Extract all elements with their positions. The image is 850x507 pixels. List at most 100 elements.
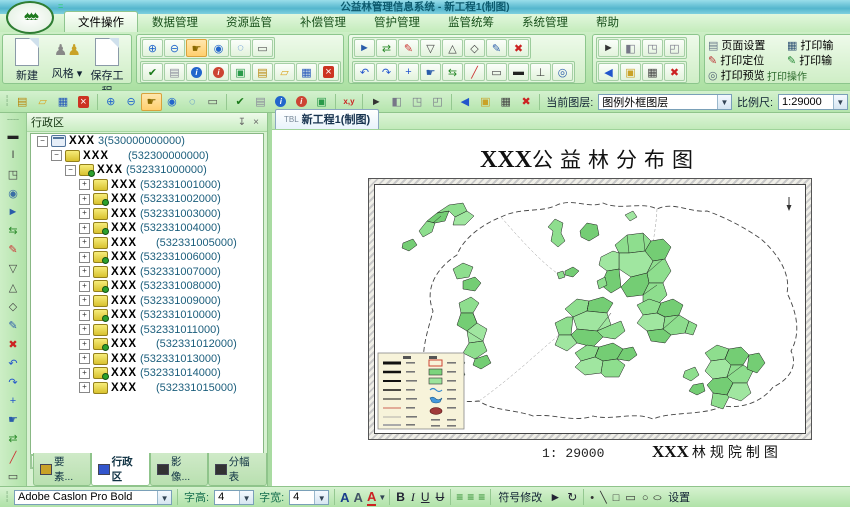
font-color-a1-button[interactable]: A: [340, 490, 349, 505]
pan-edit-icon[interactable]: ☛: [420, 63, 441, 81]
sheet-icon[interactable]: ▤: [250, 93, 270, 111]
perpendicular-icon[interactable]: ⊥: [530, 63, 551, 81]
chevron-down-icon[interactable]: ▼: [314, 491, 328, 504]
dashed-box-icon[interactable]: ▦: [642, 63, 663, 81]
sketch-icon[interactable]: ✎: [398, 39, 419, 57]
redo-icon[interactable]: ↷: [2, 373, 24, 392]
identify2-icon[interactable]: i: [291, 93, 311, 111]
map-canvas[interactable]: XXX公益林分布图: [272, 130, 850, 486]
diamond-icon[interactable]: ◇: [464, 39, 485, 57]
expand-icon[interactable]: +: [79, 194, 90, 205]
char-width-input[interactable]: 4▼: [289, 490, 329, 505]
roundrect-icon[interactable]: ▭: [625, 491, 635, 504]
redo-icon[interactable]: ↷: [376, 63, 397, 81]
open-icon[interactable]: ▱: [32, 93, 52, 111]
expand-icon[interactable]: +: [79, 295, 90, 306]
panel-close-icon[interactable]: ×: [249, 117, 263, 128]
tree-item[interactable]: +XXX(532331015000): [31, 381, 263, 396]
print-edit-button[interactable]: ✎打印输: [787, 53, 850, 67]
clear-select-icon[interactable]: ✖: [516, 93, 536, 111]
document-tab[interactable]: TBL 新工程1(制图): [275, 109, 379, 129]
symbol-edit-button[interactable]: 符号修改: [498, 489, 542, 505]
panel-tab-要素[interactable]: 要素...: [33, 453, 91, 486]
select-box-icon[interactable]: ◧: [620, 39, 641, 57]
expand-icon[interactable]: +: [79, 179, 90, 190]
collapse-icon[interactable]: −: [37, 136, 48, 147]
zoom-in-icon[interactable]: ⊕: [142, 39, 163, 57]
select-box-icon[interactable]: ◧: [387, 93, 407, 111]
chevron-down-icon[interactable]: ▼: [157, 491, 171, 504]
rect-icon[interactable]: □: [613, 492, 620, 504]
extent-box-icon[interactable]: ◳: [2, 165, 24, 184]
ribbon-tab-数据管理[interactable]: 数据管理: [138, 11, 212, 32]
map-drawing[interactable]: [374, 184, 806, 434]
font-select[interactable]: Adobe Caslon Pro Bold▼: [14, 490, 172, 505]
full-extent-icon[interactable]: ▣: [230, 63, 251, 81]
eagle-eye-icon[interactable]: ◉: [162, 93, 182, 111]
measure-icon[interactable]: ▬: [2, 127, 24, 146]
triangle-icon[interactable]: △: [442, 39, 463, 57]
undo-icon[interactable]: ↶: [354, 63, 375, 81]
layers-icon[interactable]: ▣: [475, 93, 495, 111]
italic-button[interactable]: I: [411, 490, 415, 505]
select-in-icon[interactable]: ◳: [407, 93, 427, 111]
polygon-icon[interactable]: ▽: [420, 39, 441, 57]
pointer-icon[interactable]: ►: [366, 93, 386, 111]
bold-button[interactable]: B: [396, 490, 405, 504]
save-icon[interactable]: ▦: [53, 93, 73, 111]
dashed-box-icon[interactable]: ▦: [495, 93, 515, 111]
brush-icon[interactable]: ✎: [2, 240, 24, 259]
save-doc-icon[interactable]: ▦: [296, 63, 317, 81]
panel-tab-分幅表[interactable]: 分幅表: [208, 453, 267, 486]
clear-select-icon[interactable]: ✖: [664, 63, 685, 81]
select-in-icon[interactable]: ◳: [642, 39, 663, 57]
rotate-icon[interactable]: ↻: [567, 490, 577, 504]
tree-item[interactable]: +XXX(532331005000): [31, 236, 263, 251]
print-locate-button[interactable]: ✎打印定位: [708, 53, 783, 67]
box-zoom-icon[interactable]: ▭: [203, 93, 223, 111]
panel-tab-影像[interactable]: 影像...: [150, 453, 208, 486]
ellipse-icon[interactable]: ○: [652, 492, 663, 504]
ribbon-tab-文件操作[interactable]: 文件操作: [64, 11, 138, 32]
print-output-button[interactable]: ▦打印输: [787, 38, 850, 52]
tree-item[interactable]: −XXX(532300000000): [31, 149, 263, 164]
swap-icon[interactable]: ⇆: [2, 221, 24, 240]
xy-icon[interactable]: x,y: [339, 93, 359, 111]
tree-item[interactable]: −XXX(532331000000): [31, 163, 263, 178]
new-doc-icon[interactable]: ▤: [252, 63, 273, 81]
strip-grip[interactable]: ┄┄: [7, 115, 19, 126]
select-arrow-icon[interactable]: ►: [354, 39, 375, 57]
point-icon[interactable]: •: [590, 492, 594, 504]
collapse-icon[interactable]: −: [51, 150, 62, 161]
fontbar-grip[interactable]: ┆: [4, 492, 10, 503]
full-extent-icon[interactable]: ▣: [311, 93, 331, 111]
app-logo-icon[interactable]: ♠♠♠: [6, 1, 54, 34]
undo-icon[interactable]: ↶: [2, 354, 24, 373]
page-setup-button[interactable]: ▤页面设置: [708, 38, 783, 52]
line-icon[interactable]: ╲: [600, 491, 607, 504]
font-color-a2-button[interactable]: A: [354, 490, 363, 505]
expand-icon[interactable]: +: [79, 252, 90, 263]
collapse-icon[interactable]: −: [65, 165, 76, 176]
cursor-icon[interactable]: ►: [549, 490, 561, 504]
strikethrough-button[interactable]: U: [436, 490, 445, 504]
close-icon[interactable]: ×: [73, 93, 93, 111]
move-icon[interactable]: +: [398, 63, 419, 81]
eagle-eye-icon[interactable]: ◉: [208, 39, 229, 57]
move-icon[interactable]: +: [2, 391, 24, 410]
identify-icon[interactable]: i: [271, 93, 291, 111]
pointer-icon[interactable]: ►: [598, 39, 619, 57]
snap-icon[interactable]: ◎: [552, 63, 573, 81]
fly-icon[interactable]: ►: [2, 203, 24, 222]
tree-item[interactable]: +XXX(532331010000): [31, 308, 263, 323]
toolbar-grip[interactable]: ┆: [4, 96, 10, 107]
current-layer-select[interactable]: 图例外框图层▼: [598, 94, 732, 110]
node-swap-icon[interactable]: ⇄: [2, 429, 24, 448]
circle-icon[interactable]: ○: [642, 492, 649, 504]
expand-icon[interactable]: +: [79, 368, 90, 379]
tree-item[interactable]: +XXX(532331014000): [31, 366, 263, 381]
align-right-icon[interactable]: ≡: [478, 490, 485, 504]
triangle-icon[interactable]: △: [2, 278, 24, 297]
edit-icon[interactable]: ✎: [486, 39, 507, 57]
tree-item[interactable]: +XXX(532331004000): [31, 221, 263, 236]
